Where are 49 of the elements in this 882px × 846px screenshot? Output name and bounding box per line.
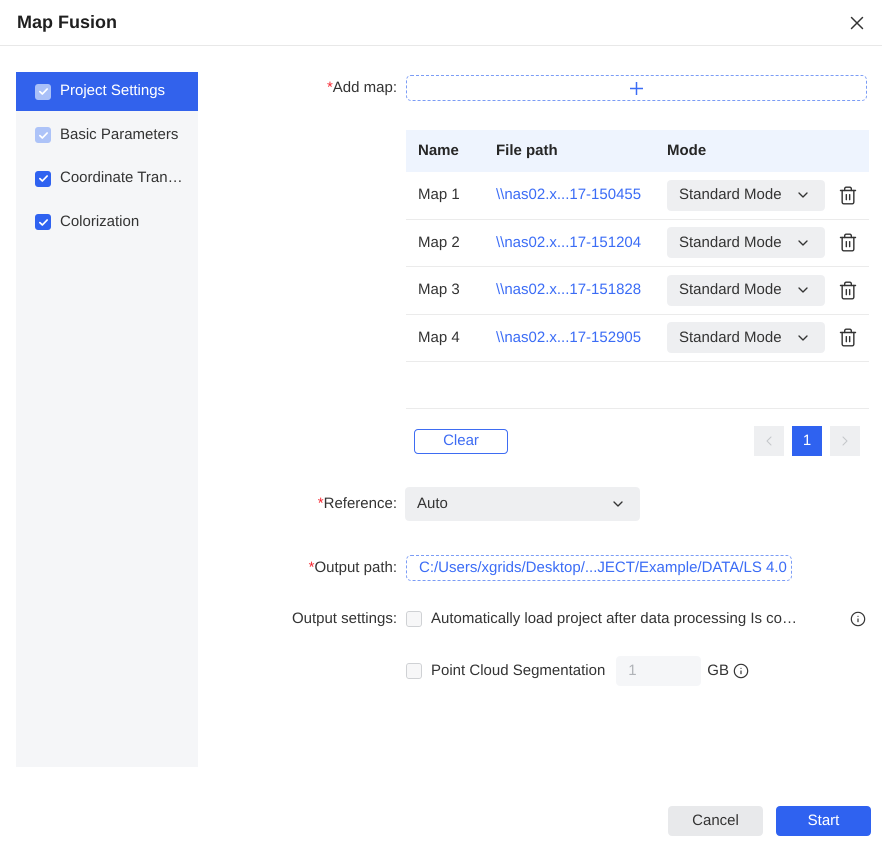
sidebar-item[interactable]: Coordinate Tran… bbox=[16, 159, 198, 198]
trash-icon bbox=[838, 280, 858, 301]
dialog-title: Map Fusion bbox=[17, 11, 117, 34]
reference-select[interactable]: Auto bbox=[405, 487, 640, 521]
file-path-link[interactable]: \\nas02.x...17-151204 bbox=[496, 232, 642, 254]
info-icon[interactable] bbox=[732, 663, 749, 679]
column-header: File path bbox=[496, 140, 558, 161]
mode-select[interactable]: Standard Mode bbox=[667, 274, 825, 306]
delete-button[interactable] bbox=[838, 279, 858, 302]
delete-button[interactable] bbox=[838, 232, 858, 254]
field-label: *Reference: bbox=[318, 494, 397, 514]
checkbox[interactable] bbox=[35, 170, 51, 186]
plus-icon bbox=[630, 82, 643, 94]
delete-button[interactable] bbox=[838, 184, 858, 206]
add-map-button[interactable] bbox=[406, 75, 867, 101]
option-label: Automatically load project after data processing Is co… bbox=[431, 608, 798, 629]
check-icon bbox=[38, 218, 48, 226]
mode-select[interactable]: Standard Mode bbox=[667, 227, 825, 258]
file-path-link[interactable]: \\nas02.x...17-150455 bbox=[496, 184, 642, 206]
checkbox[interactable] bbox=[35, 214, 51, 230]
check-icon bbox=[38, 88, 48, 95]
delete-button[interactable] bbox=[838, 326, 858, 349]
check-icon bbox=[38, 175, 48, 182]
page-button[interactable]: 1 bbox=[792, 426, 822, 456]
unit-label: GB bbox=[707, 660, 729, 681]
trash-icon bbox=[838, 232, 858, 254]
field-label: *Output path: bbox=[308, 558, 397, 578]
trash-icon bbox=[838, 184, 858, 206]
output-path-field[interactable]: C:/Users/xgrids/Desktop/...JECT/Example/DATA/LS 4.0 bbox=[406, 555, 792, 581]
check-icon bbox=[38, 132, 48, 138]
info-icon[interactable] bbox=[850, 611, 866, 627]
cancel-button[interactable]: Cancel bbox=[668, 806, 763, 836]
field-label: Output settings: bbox=[292, 608, 397, 629]
file-path-link[interactable]: \\nas02.x...17-151828 bbox=[496, 279, 642, 302]
option-label: Point Cloud Segmentation bbox=[431, 660, 606, 681]
table-cell-text: Map 3 bbox=[418, 280, 460, 300]
clear-button[interactable]: Clear bbox=[414, 428, 508, 454]
sidebar-item[interactable]: Colorization bbox=[16, 202, 198, 242]
file-path-link[interactable]: \\nas02.x...17-152905 bbox=[496, 326, 642, 349]
table-cell-text: Map 4 bbox=[418, 328, 460, 348]
mode-select[interactable]: Standard Mode bbox=[667, 180, 825, 211]
column-header: Name bbox=[418, 140, 459, 161]
column-header: Mode bbox=[667, 140, 706, 161]
start-button[interactable]: Start bbox=[776, 806, 871, 836]
trash-icon bbox=[838, 327, 858, 348]
table-cell-text: Map 1 bbox=[418, 185, 460, 205]
table-cell-text: Map 2 bbox=[418, 232, 460, 252]
mode-select[interactable]: Standard Mode bbox=[667, 322, 825, 354]
field-label: *Add map: bbox=[326, 78, 397, 98]
